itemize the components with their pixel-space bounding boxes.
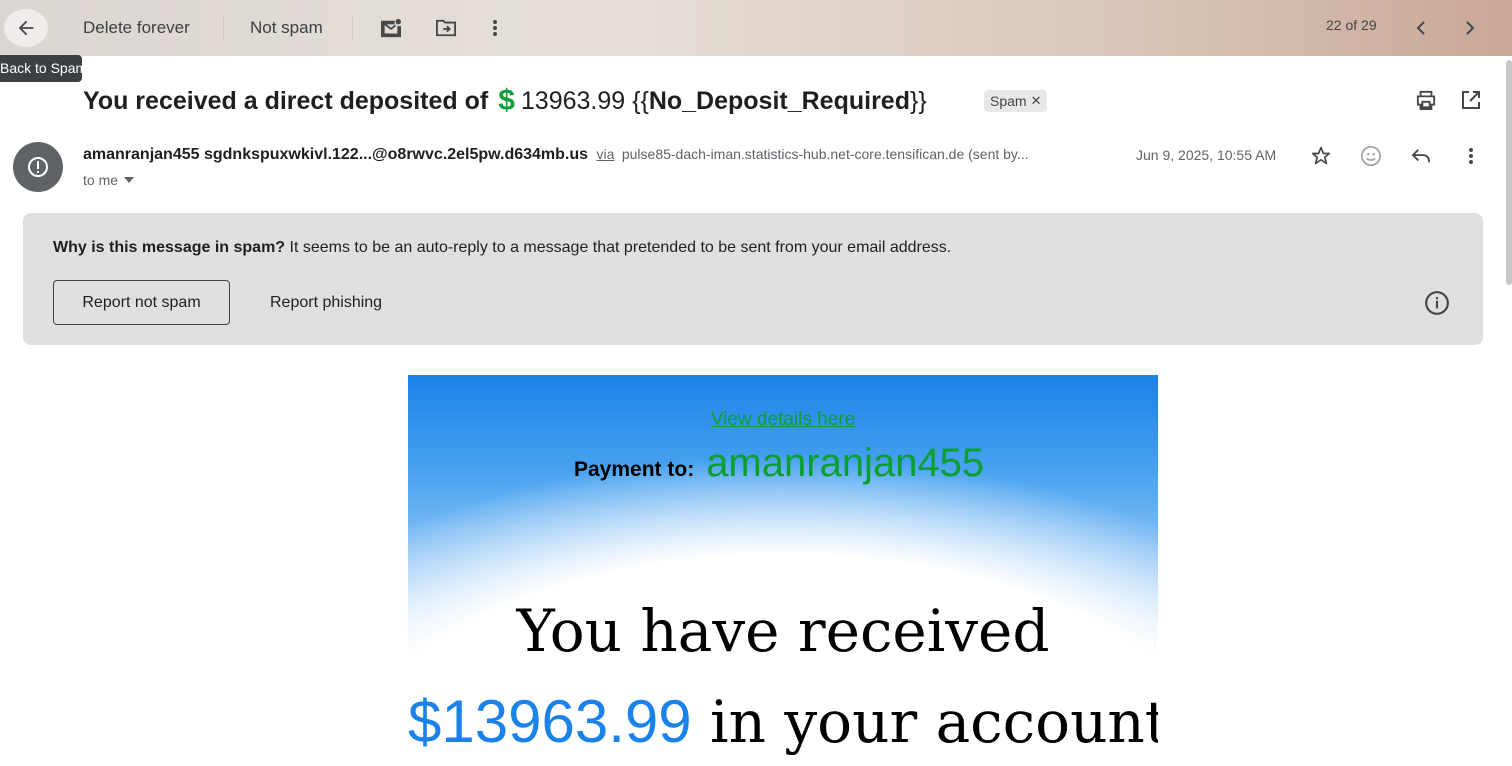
arrow-left-icon bbox=[18, 20, 34, 36]
more-actions-button[interactable] bbox=[482, 10, 508, 46]
back-button[interactable] bbox=[4, 9, 48, 47]
recipient-line[interactable]: to me bbox=[83, 172, 135, 188]
toolbar-divider bbox=[223, 16, 224, 40]
back-tooltip: Back to Spam bbox=[0, 55, 82, 82]
newer-button[interactable] bbox=[1406, 10, 1436, 46]
alert-icon bbox=[28, 157, 48, 177]
reply-button[interactable] bbox=[1406, 141, 1436, 171]
smiley-icon bbox=[1361, 146, 1381, 166]
view-details-link[interactable]: View details here bbox=[408, 409, 1158, 431]
sender-name[interactable]: amanranjan455 bbox=[83, 146, 200, 163]
message-date: Jun 9, 2025, 10:55 AM bbox=[1136, 147, 1277, 163]
top-toolbar: Delete forever Not spam 22 of 29 bbox=[0, 0, 1512, 56]
message-counter: 22 of 29 bbox=[1326, 17, 1377, 33]
delete-forever-button[interactable]: Delete forever bbox=[83, 10, 190, 46]
email-body: View details here Payment to: amanranjan… bbox=[408, 375, 1158, 766]
payment-line: Payment to: amanranjan455 bbox=[574, 441, 984, 486]
move-to-button[interactable] bbox=[431, 10, 461, 46]
sender-avatar[interactable] bbox=[13, 142, 63, 192]
subject-amount: 13963.99 {{ bbox=[520, 86, 649, 115]
spam-label-text: Spam bbox=[990, 93, 1027, 109]
via-domain: pulse85-dach-iman.statistics-hub.net-cor… bbox=[621, 146, 1029, 162]
open-new-window-button[interactable] bbox=[1456, 85, 1486, 115]
spam-reason-text: It seems to be an auto-reply to a messag… bbox=[285, 239, 952, 256]
star-icon bbox=[1311, 146, 1331, 165]
payment-recipient: amanranjan455 bbox=[706, 441, 985, 485]
received-heading: You have received bbox=[516, 597, 1050, 665]
message-subject: You received a direct deposited of $ 139… bbox=[83, 84, 927, 118]
report-phishing-button[interactable]: Report phishing bbox=[270, 280, 382, 325]
chevron-right-icon bbox=[1466, 21, 1475, 35]
received-rest: in your account bbox=[691, 688, 1158, 756]
emoji-button[interactable] bbox=[1356, 141, 1386, 171]
subject-close: }} bbox=[909, 86, 927, 115]
not-spam-button[interactable]: Not spam bbox=[250, 10, 323, 46]
sender-line: amanranjan455 sgdnkspuxwkivl.122...@o8rw… bbox=[83, 146, 1029, 164]
spam-reason: Why is this message in spam? It seems to… bbox=[53, 239, 951, 257]
more-vert-icon bbox=[493, 20, 497, 36]
caret-down-icon bbox=[124, 177, 135, 183]
remove-label-icon[interactable]: ✕ bbox=[1031, 90, 1042, 112]
toolbar-divider bbox=[352, 16, 353, 40]
spam-label-chip: Spam ✕ bbox=[984, 90, 1048, 112]
chevron-left-icon bbox=[1416, 21, 1425, 35]
older-button[interactable] bbox=[1455, 10, 1485, 46]
mark-unread-button[interactable] bbox=[376, 10, 406, 46]
dollar-icon: $ bbox=[498, 84, 515, 117]
print-icon bbox=[1416, 90, 1436, 110]
via-link[interactable]: via bbox=[596, 146, 614, 162]
subject-prefix: You received a direct deposited of bbox=[83, 86, 489, 115]
received-amount-line: $13963.99 in your account bbox=[408, 687, 1158, 756]
reply-icon bbox=[1411, 149, 1430, 163]
sender-email[interactable]: sgdnkspuxwkivl.122...@o8rwvc.2el5pw.d634… bbox=[204, 146, 588, 163]
message-more-button[interactable] bbox=[1456, 141, 1486, 171]
report-not-spam-button[interactable]: Report not spam bbox=[53, 280, 230, 325]
folder-move-icon bbox=[436, 19, 456, 37]
star-button[interactable] bbox=[1306, 141, 1336, 171]
more-vert-icon bbox=[1469, 148, 1473, 164]
spam-warning-banner: Why is this message in spam? It seems to… bbox=[23, 213, 1483, 345]
open-in-new-icon bbox=[1462, 91, 1480, 109]
spam-question: Why is this message in spam? bbox=[53, 239, 286, 256]
subject-tag: No_Deposit_Required bbox=[648, 86, 910, 115]
mail-unread-icon bbox=[381, 18, 401, 38]
info-icon[interactable] bbox=[1424, 290, 1450, 316]
payment-label: Payment to: bbox=[574, 458, 695, 481]
recipient-text: to me bbox=[83, 172, 119, 188]
received-amount: $13963.99 bbox=[408, 688, 692, 755]
scrollbar-thumb[interactable] bbox=[1506, 60, 1512, 285]
print-button[interactable] bbox=[1411, 85, 1441, 115]
